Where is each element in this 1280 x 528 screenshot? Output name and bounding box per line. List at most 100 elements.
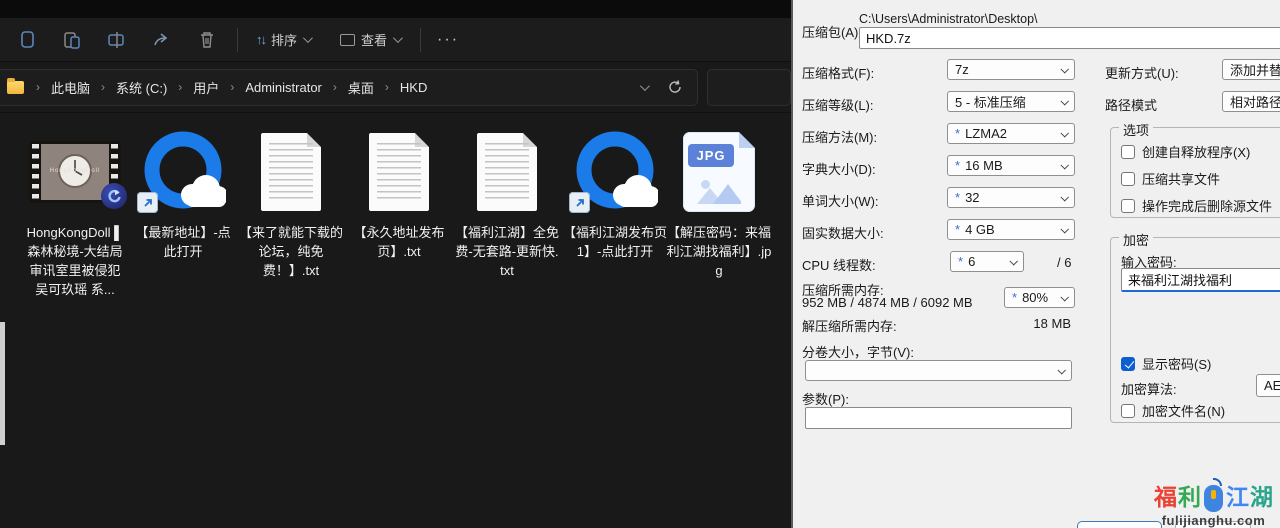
decompress-memory-value: 18 MB <box>805 316 1071 331</box>
file-item-shortcut[interactable]: 【福利江湖发布页1】-点此打开 <box>562 128 668 261</box>
shortcut-arrow-icon <box>569 192 590 213</box>
explorer-addressbar-row: › 此电脑 › 系统 (C:) › 用户 › Administrator › 桌… <box>0 62 791 113</box>
chevron-down-icon <box>1009 257 1017 265</box>
dictionary-label: 字典大小(D): <box>802 159 876 178</box>
file-item-txt[interactable]: 【来了就能下载的论坛，纯免费！】.txt <box>238 128 344 280</box>
breadcrumb-users[interactable]: 用户 <box>190 74 222 101</box>
breadcrumb-this-pc[interactable]: 此电脑 <box>48 74 93 101</box>
watermark-logo: 福 利 江 湖 fulijianghu.com <box>1154 478 1273 528</box>
file-name: 【解压密码：来福利江湖找福利】.jpg <box>666 223 772 280</box>
qq-browser-icon <box>140 129 226 215</box>
mouse-icon <box>1204 485 1223 512</box>
video-thumbnail-icon: HongKongDoll <box>29 141 121 203</box>
video-thumb-text: HongKongDoll <box>41 168 109 174</box>
checkbox-icon <box>1121 199 1135 213</box>
chevron-down-icon <box>303 33 313 43</box>
copy-icon[interactable] <box>10 24 44 56</box>
chevron-down-icon <box>1060 293 1068 301</box>
ok-button[interactable] <box>1077 521 1162 528</box>
path-mode-select[interactable]: 相对路径 <box>1222 91 1280 112</box>
update-mode-label: 更新方式(U): <box>1105 63 1179 82</box>
text-file-icon <box>477 133 537 211</box>
file-name: 【来了就能下载的论坛，纯免费！】.txt <box>238 223 344 280</box>
breadcrumb-separator: › <box>333 80 337 94</box>
file-item-video[interactable]: HongKongDoll HongKongDoll ▌森林秘境-大结局 审讯室里… <box>22 128 128 299</box>
view-label: 查看 <box>361 30 387 49</box>
level-label: 压缩等级(L): <box>802 95 874 114</box>
chevron-down-icon <box>1057 366 1065 374</box>
solid-block-select[interactable]: *4 GB <box>947 219 1075 240</box>
dictionary-select[interactable]: *16 MB <box>947 155 1075 176</box>
search-input[interactable] <box>707 69 791 106</box>
file-name: HongKongDoll ▌森林秘境-大结局 审讯室里被侵犯 吴可玖瑶 系... <box>22 223 128 299</box>
jpg-file-icon: JPG <box>683 132 755 212</box>
file-item-txt[interactable]: 【永久地址发布页】.txt <box>346 128 452 261</box>
file-item-jpg[interactable]: JPG 【解压密码：来福利江湖找福利】.jpg <box>666 128 772 280</box>
breadcrumb-hkd[interactable]: HKD <box>397 76 430 99</box>
cpu-threads-select[interactable]: *6 <box>950 251 1024 272</box>
share-icon[interactable] <box>145 24 179 56</box>
text-file-icon <box>369 133 429 211</box>
watermark-url: fulijianghu.com <box>1154 513 1273 528</box>
folder-icon <box>7 81 24 94</box>
breadcrumb[interactable]: › 此电脑 › 系统 (C:) › 用户 › Administrator › 桌… <box>0 69 698 106</box>
cpu-threads-label: CPU 线程数: <box>802 255 876 274</box>
method-select[interactable]: *LZMA2 <box>947 123 1075 144</box>
screen: ↑↓ 排序 查看 ··· › 此电脑 › 系统 (C:) › 用户 <box>0 0 1280 528</box>
player-badge-icon <box>101 183 127 209</box>
checkbox-icon <box>1121 357 1135 371</box>
archive-label: 压缩包(A) <box>802 22 858 41</box>
sort-arrows-icon: ↑↓ <box>256 32 265 47</box>
encryption-method-label: 加密算法: <box>1121 379 1177 398</box>
breadcrumb-separator: › <box>230 80 234 94</box>
sort-button[interactable]: ↑↓ 排序 <box>248 24 318 55</box>
encryption-group: 加密 输入密码: 显示密码(S) 加密算法: AES-256 加密文件名(N) <box>1110 237 1280 423</box>
paste-icon[interactable] <box>55 24 89 56</box>
explorer-titlebar <box>0 0 791 18</box>
breadcrumb-drive-c[interactable]: 系统 (C:) <box>113 74 170 101</box>
level-select[interactable]: 5 - 标准压缩 <box>947 91 1075 112</box>
refresh-icon[interactable] <box>667 79 683 95</box>
view-button[interactable]: 查看 <box>332 24 408 55</box>
volume-size-select[interactable] <box>805 360 1072 381</box>
create-sfx-checkbox[interactable]: 创建自释放程序(X) <box>1121 142 1250 161</box>
archive-name-input[interactable] <box>859 27 1280 49</box>
explorer-toolbar: ↑↓ 排序 查看 ··· <box>0 18 791 62</box>
cpu-threads-max: / 6 <box>1057 255 1071 270</box>
chevron-down-icon <box>1060 129 1068 137</box>
word-size-select[interactable]: *32 <box>947 187 1075 208</box>
explorer-file-grid: HongKongDoll HongKongDoll ▌森林秘境-大结局 审讯室里… <box>0 114 791 528</box>
volume-size-label: 分卷大小，字节(V): <box>802 342 914 361</box>
file-item-txt[interactable]: 【福利江湖】全免费-无套路-更新快.txt <box>454 128 560 280</box>
method-label: 压缩方法(M): <box>802 127 877 146</box>
rename-icon[interactable] <box>100 24 134 56</box>
file-name: 【福利江湖发布页1】-点此打开 <box>562 223 668 261</box>
chevron-down-icon <box>1060 97 1068 105</box>
chevron-down-icon <box>1060 225 1068 233</box>
path-mode-label: 路径模式 <box>1105 95 1157 114</box>
show-password-checkbox[interactable]: 显示密码(S) <box>1121 354 1211 373</box>
more-options-button[interactable]: ··· <box>431 31 465 49</box>
file-name: 【永久地址发布页】.txt <box>346 223 452 261</box>
memory-percent-select[interactable]: *80% <box>1004 287 1075 308</box>
checkbox-icon <box>1121 172 1135 186</box>
breadcrumb-administrator[interactable]: Administrator <box>242 76 325 99</box>
update-mode-select[interactable]: 添加并替换 <box>1222 59 1280 80</box>
delete-icon[interactable] <box>190 24 224 56</box>
compress-shared-checkbox[interactable]: 压缩共享文件 <box>1121 169 1220 188</box>
file-item-shortcut[interactable]: 【最新地址】-点此打开 <box>130 128 236 261</box>
shortcut-arrow-icon <box>137 192 158 213</box>
password-input[interactable] <box>1121 268 1280 292</box>
address-dropdown-icon[interactable] <box>640 81 650 91</box>
breadcrumb-desktop[interactable]: 桌面 <box>345 74 377 101</box>
file-name: 【福利江湖】全免费-无套路-更新快.txt <box>454 223 560 280</box>
archive-path: C:\Users\Administrator\Desktop\ <box>859 12 1038 26</box>
encryption-method-select[interactable]: AES-256 <box>1256 374 1280 397</box>
chevron-down-icon <box>1060 161 1068 169</box>
breadcrumb-separator: › <box>385 80 389 94</box>
delete-after-checkbox[interactable]: 操作完成后删除源文件 <box>1121 196 1272 215</box>
breadcrumb-separator: › <box>36 80 40 94</box>
parameters-input[interactable] <box>805 407 1072 429</box>
encrypt-filenames-checkbox[interactable]: 加密文件名(N) <box>1121 401 1225 420</box>
format-select[interactable]: 7z <box>947 59 1075 80</box>
